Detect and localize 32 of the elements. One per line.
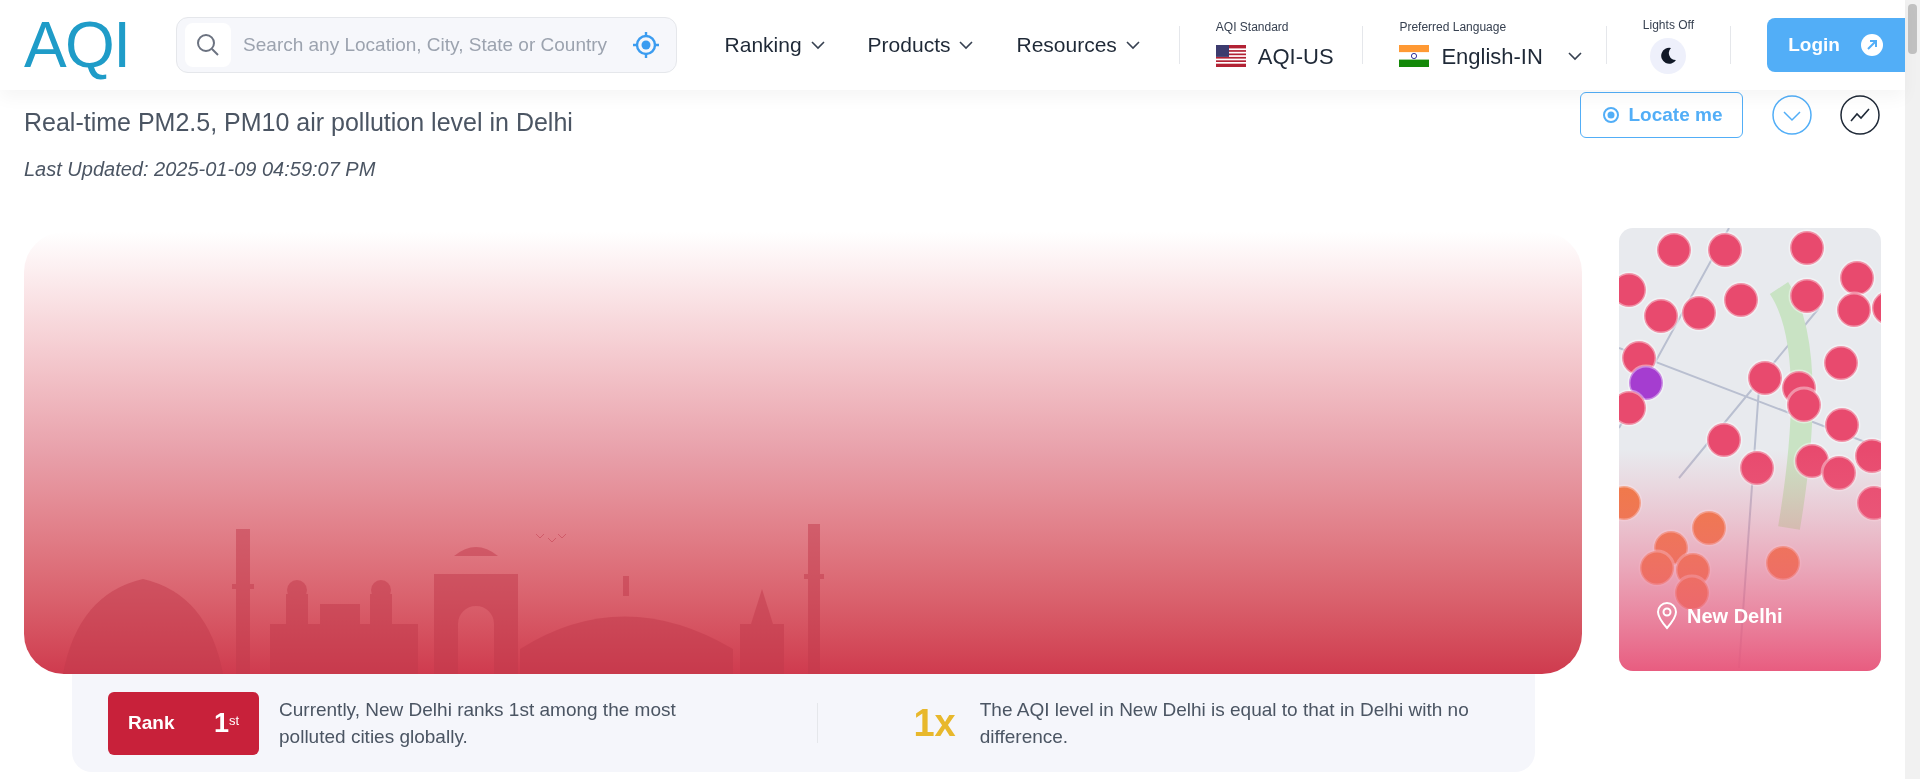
ratio-text: The AQI level in New Delhi is equal to that in Delhi with no difference. [979,698,1470,749]
search-bar[interactable]: Search any Location, City, State or Country [176,17,677,73]
standard-selector[interactable]: AQI-US [1215,39,1363,73]
trend-icon[interactable] [1840,95,1880,135]
locate-icon[interactable] [631,31,660,59]
flag-icon [1399,45,1430,67]
nav-menu[interactable]: Ranking [724,29,826,61]
chevron-down-icon [809,40,826,50]
rank-label: Rank [128,710,175,735]
dark-mode-toggle[interactable] [1650,38,1687,74]
flag-icon [1215,45,1246,67]
setting-label: Preferred Language [1399,18,1508,36]
nav-menu[interactable]: Resources [1016,29,1141,61]
search-field[interactable]: Search any Location, City, State or Country [243,30,632,60]
language-selector[interactable]: English-IN [1399,39,1606,73]
setting-label: Lights Off [1642,17,1694,34]
rank-text: Currently, New Delhi ranks 1st among the most polluted cities globally. [279,698,677,749]
rank-value: 1$^{st}$ [213,706,240,740]
locate-icon [1600,105,1621,125]
location-pin-icon [1655,602,1679,630]
scrollbar[interactable] [1905,0,1920,779]
search-icon [196,33,221,57]
map-location: New Delhi [1687,604,1783,629]
chevron-down-icon [1124,40,1141,50]
ratio-value: 1x [913,700,956,746]
moon-icon [1659,47,1678,65]
chevron-down-icon [958,40,975,50]
page-title: Real-time PM2.5, PM10 air pollution level in Delhi [24,107,573,138]
setting-label: AQI Standard [1215,18,1290,36]
last-updated: Last Updated: 2025-01-09 04:59:07 PM [24,156,377,182]
nav-menu[interactable]: Products [867,29,975,61]
chevron-down-icon [1566,51,1583,61]
